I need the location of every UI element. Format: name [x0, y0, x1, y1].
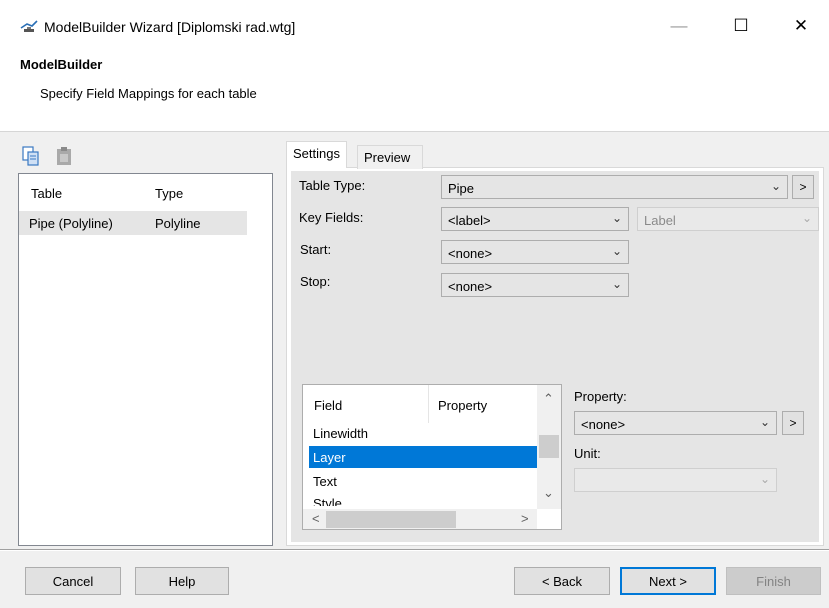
unit-label: Unit: [574, 446, 601, 461]
key-fields-label: Key Fields: [299, 210, 364, 225]
tab-preview[interactable]: Preview [357, 145, 423, 169]
window-title: ModelBuilder Wizard [Diplomski rad.wtg] [44, 19, 296, 35]
cancel-button[interactable]: Cancel [25, 567, 121, 595]
table-row-name: Pipe (Polyline) [29, 216, 113, 231]
scroll-right-icon[interactable]: > [521, 511, 529, 526]
stop-value: <none> [448, 279, 493, 294]
table-type-select[interactable]: Pipe ⌄ [441, 175, 788, 199]
column-header-type[interactable]: Type [155, 186, 183, 201]
key-fields-select[interactable]: <label> ⌄ [441, 207, 629, 231]
scroll-up-icon[interactable]: ⌃ [543, 391, 554, 407]
close-button[interactable]: ✕ [778, 10, 824, 42]
property-label: Property: [574, 389, 627, 404]
chevron-down-icon: ⌄ [801, 211, 812, 225]
property-value: <none> [581, 417, 626, 432]
field-row-style[interactable]: Style [313, 496, 342, 506]
start-label: Start: [300, 242, 332, 257]
key-fields-value: <label> [448, 213, 491, 228]
next-button[interactable]: Next > [620, 567, 716, 595]
property-select[interactable]: <none> ⌄ [574, 411, 777, 435]
scroll-down-icon[interactable]: ⌄ [543, 485, 554, 501]
stop-select[interactable]: <none> ⌄ [441, 273, 629, 297]
chevron-down-icon: ⌄ [770, 179, 781, 193]
stop-label: Stop: [300, 274, 331, 289]
copy-icon[interactable] [22, 146, 40, 166]
minimize-button[interactable]: — [656, 10, 702, 42]
maximize-button[interactable]: ☐ [718, 10, 764, 42]
property-more-button[interactable]: > [782, 411, 804, 435]
table-row-type: Polyline [155, 216, 201, 231]
column-header-field[interactable]: Field [314, 398, 342, 413]
start-value: <none> [448, 246, 493, 261]
chevron-down-icon: ⌄ [611, 211, 622, 225]
unit-select[interactable]: ⌄ [574, 468, 777, 492]
chevron-down-icon: ⌄ [759, 415, 770, 429]
chevron-down-icon: ⌄ [611, 244, 622, 258]
field-row-linewidth[interactable]: Linewidth [313, 426, 368, 441]
key-fields-secondary-select[interactable]: Label ⌄ [637, 207, 819, 231]
chevron-down-icon: ⌄ [611, 277, 622, 291]
paste-icon[interactable] [55, 146, 73, 166]
wizard-subtitle: Specify Field Mappings for each table [40, 86, 257, 101]
help-button[interactable]: Help [135, 567, 229, 595]
finish-button[interactable]: Finish [726, 567, 821, 595]
table-type-more-button[interactable]: > [792, 175, 814, 199]
table-type-value: Pipe [448, 181, 475, 196]
table-type-label: Table Type: [299, 178, 366, 193]
column-header-property[interactable]: Property [438, 398, 487, 413]
start-select[interactable]: <none> ⌄ [441, 240, 629, 264]
vertical-scroll-thumb[interactable] [539, 435, 559, 458]
app-icon [20, 18, 38, 34]
field-row-layer[interactable]: Layer [313, 450, 346, 465]
chevron-down-icon: ⌄ [759, 472, 770, 486]
field-row-text[interactable]: Text [313, 474, 337, 489]
column-divider [428, 385, 429, 423]
column-header-table[interactable]: Table [31, 186, 62, 201]
key-fields-secondary-value: Label [644, 213, 676, 228]
horizontal-scroll-thumb[interactable] [326, 511, 456, 528]
tab-settings[interactable]: Settings [286, 141, 347, 168]
back-button[interactable]: < Back [514, 567, 610, 595]
footer-divider-highlight [0, 550, 829, 551]
scroll-left-icon[interactable]: < [312, 511, 320, 526]
wizard-title: ModelBuilder [20, 57, 103, 72]
